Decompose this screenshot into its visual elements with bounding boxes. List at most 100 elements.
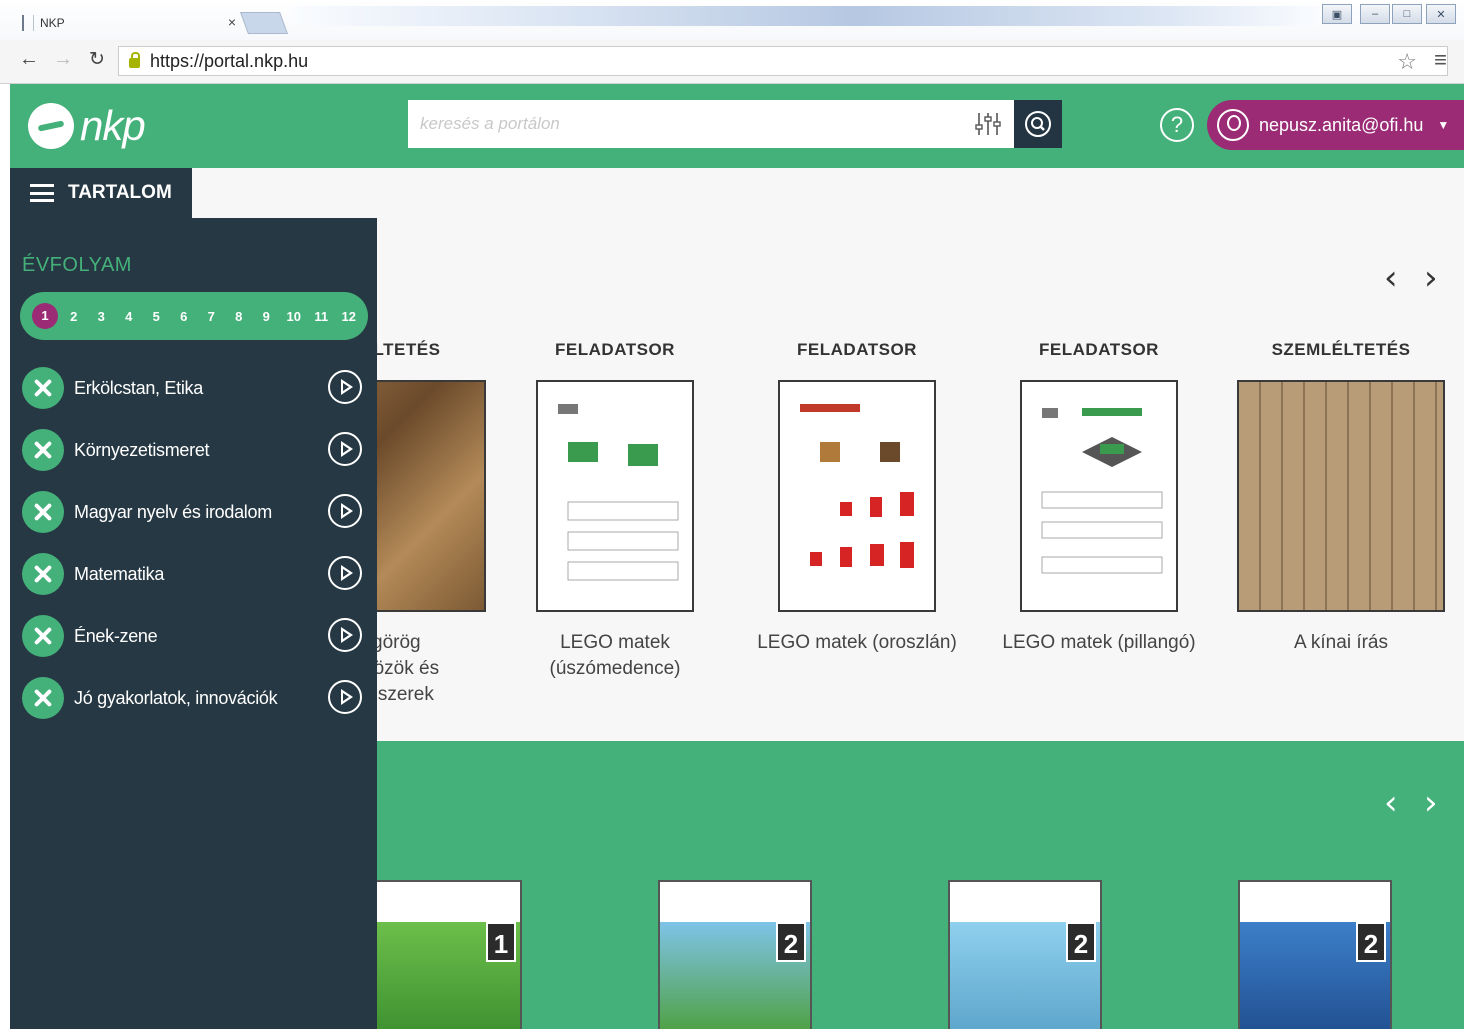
- content-menu-toggle[interactable]: TARTALOM: [10, 168, 192, 218]
- grade-option-4[interactable]: 4: [115, 309, 143, 324]
- grade-option-10[interactable]: 10: [280, 309, 308, 324]
- subject-icon: [22, 553, 64, 595]
- search-icon: [1025, 111, 1051, 137]
- card-type-label: FELADATSOR: [797, 340, 917, 359]
- grade-option-6[interactable]: 6: [170, 309, 198, 324]
- logo-text: nkp: [80, 102, 146, 149]
- hamburger-menu-icon: [30, 184, 54, 202]
- grade-option-11[interactable]: 11: [308, 309, 336, 324]
- subject-item[interactable]: Erkölcstan, Etika: [22, 366, 362, 410]
- content-card[interactable]: SZEMLÉLTETÉS A kínai írás: [1226, 340, 1456, 656]
- close-window-icon[interactable]: ✕: [1426, 4, 1456, 24]
- minimize-icon[interactable]: –: [1360, 4, 1390, 24]
- card-title: LEGO matek (pillangó): [1002, 632, 1196, 653]
- browser-tab-title: NKP: [40, 16, 65, 30]
- play-circle-icon[interactable]: [328, 370, 362, 404]
- grade-option-8[interactable]: 8: [225, 309, 253, 324]
- reload-icon[interactable]: ↻: [84, 48, 110, 71]
- play-circle-icon[interactable]: [328, 618, 362, 652]
- user-icon: [1217, 109, 1249, 141]
- grade-option-12[interactable]: 12: [335, 309, 363, 324]
- grade-label: ÉVFOLYAM: [22, 254, 132, 276]
- textbook-cover[interactable]: 2: [658, 880, 812, 1029]
- carousel-prev-icon[interactable]: ‹: [1384, 258, 1398, 298]
- subject-icon: [22, 429, 64, 471]
- book-grade-badge: 2: [1066, 922, 1096, 962]
- search-button[interactable]: [1014, 100, 1062, 148]
- address-bar-row: ← → ↻ https://portal.nkp.hu ☆ ≡: [0, 40, 1464, 84]
- subject-icon: [22, 615, 64, 657]
- close-tab-icon[interactable]: ×: [228, 14, 236, 30]
- search-input[interactable]: [408, 100, 1014, 148]
- grade-selector: 1 2 3 4 5 6 7 8 9 10 11 12: [20, 292, 368, 340]
- subject-item[interactable]: Környezetismeret: [22, 428, 362, 472]
- subject-label: Jó gyakorlatok, innovációk: [74, 687, 278, 708]
- play-circle-icon[interactable]: [328, 432, 362, 466]
- subject-label: Ének-zene: [74, 625, 158, 646]
- nkp-logo[interactable]: nkp: [28, 102, 146, 150]
- subject-label: Erkölcstan, Etika: [74, 377, 203, 398]
- card-title: LEGO matek (úszómedence): [549, 632, 681, 679]
- forward-arrow-icon[interactable]: →: [50, 48, 76, 71]
- card-type-label: FELADATSOR: [1039, 340, 1159, 359]
- grade-option-7[interactable]: 7: [198, 309, 226, 324]
- card-thumbnail: [536, 380, 694, 612]
- filter-sliders-icon[interactable]: [974, 110, 1002, 138]
- content-card[interactable]: FELADATSOR LEGO matek (oroszlán): [742, 340, 972, 656]
- logo-mark-icon: [28, 103, 74, 149]
- grade-option-9[interactable]: 9: [253, 309, 281, 324]
- carousel-next-icon[interactable]: ›: [1424, 258, 1438, 298]
- url-field[interactable]: https://portal.nkp.hu ☆ ≡: [118, 46, 1448, 76]
- browser-tab[interactable]: NKP ×: [14, 6, 244, 40]
- lock-icon: [129, 52, 140, 68]
- maximize-icon[interactable]: □: [1392, 4, 1422, 24]
- content-card[interactable]: FELADATSOR LEGO matek (pillangó): [984, 340, 1214, 656]
- subject-label: Matematika: [74, 563, 165, 584]
- help-icon[interactable]: ?: [1160, 108, 1194, 142]
- grade-option-1[interactable]: 1: [32, 303, 58, 329]
- subject-label: Magyar nyelv és irodalom: [74, 501, 272, 522]
- subject-label: Környezetismeret: [74, 439, 210, 460]
- content-card[interactable]: FELADATSOR LEGO matek (úszómedence): [500, 340, 730, 682]
- subject-icon: [22, 491, 64, 533]
- card-title: A kínai írás: [1294, 632, 1388, 653]
- search-box: [408, 100, 1014, 148]
- window-title-bar: [290, 6, 1320, 26]
- play-circle-icon[interactable]: [328, 680, 362, 714]
- textbook-cover[interactable]: 2: [948, 880, 1102, 1029]
- url-text: https://portal.nkp.hu: [150, 50, 309, 71]
- card-title: LEGO matek (oroszlán): [757, 632, 957, 653]
- user-menu-button[interactable]: nepusz.anita@ofi.hu ▼: [1207, 100, 1464, 150]
- textbook-cover[interactable]: 1: [368, 880, 522, 1029]
- textbook-cover[interactable]: 2: [1238, 880, 1392, 1029]
- content-menu-label: TARTALOM: [68, 182, 172, 203]
- new-tab-button[interactable]: [239, 12, 289, 34]
- play-circle-icon[interactable]: [328, 556, 362, 590]
- browser-tab-bar: NKP × ▣ – □ ✕: [0, 0, 1464, 40]
- user-email: nepusz.anita@ofi.hu: [1259, 114, 1424, 135]
- subject-icon: [22, 367, 64, 409]
- subject-item[interactable]: Magyar nyelv és irodalom: [22, 490, 362, 534]
- bookmark-star-icon[interactable]: ☆: [1397, 49, 1417, 75]
- card-type-label: FELADATSOR: [555, 340, 675, 359]
- site-header: nkp ? nepusz.anita@ofi.hu ▼: [10, 84, 1464, 168]
- card-thumbnail: [1020, 380, 1178, 612]
- window-extra-button[interactable]: ▣: [1322, 4, 1352, 24]
- grade-option-3[interactable]: 3: [88, 309, 116, 324]
- chevron-down-icon: ▼: [1437, 118, 1450, 132]
- books-next-icon[interactable]: ›: [1424, 783, 1438, 823]
- subject-item[interactable]: Matematika: [22, 552, 362, 596]
- grade-option-2[interactable]: 2: [60, 309, 88, 324]
- subject-item[interactable]: Ének-zene: [22, 614, 362, 658]
- browser-menu-icon[interactable]: ≡: [1434, 47, 1447, 73]
- books-prev-icon[interactable]: ‹: [1384, 783, 1398, 823]
- back-arrow-icon[interactable]: ←: [16, 48, 42, 71]
- book-grade-badge: 1: [486, 922, 516, 962]
- subject-icon: [22, 677, 64, 719]
- book-grade-badge: 2: [776, 922, 806, 962]
- play-circle-icon[interactable]: [328, 494, 362, 528]
- subject-item[interactable]: Jó gyakorlatok, innovációk: [22, 676, 362, 720]
- page-favicon-icon: [22, 15, 34, 31]
- grade-option-5[interactable]: 5: [143, 309, 171, 324]
- book-grade-badge: 2: [1356, 922, 1386, 962]
